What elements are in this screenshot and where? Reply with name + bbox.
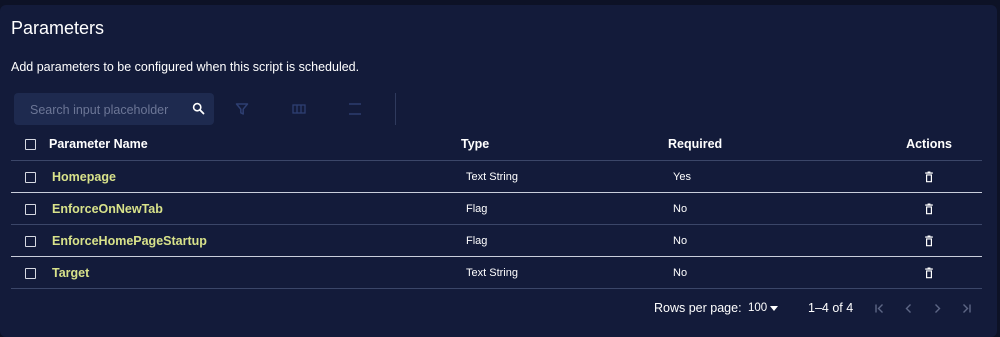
parameter-name[interactable]: EnforceHomePageStartup <box>49 225 461 257</box>
row-checkbox[interactable] <box>25 171 36 183</box>
rows-per-page-select[interactable]: 100 <box>748 302 767 314</box>
delete-icon[interactable] <box>923 267 935 279</box>
table-toolbar <box>14 93 398 127</box>
search-input[interactable] <box>28 93 182 127</box>
parameter-name[interactable]: Target <box>49 257 461 289</box>
table-row[interactable]: Homepage Text String Yes <box>11 160 982 193</box>
section-description: Add parameters to be configured when thi… <box>11 60 360 74</box>
select-all-checkbox[interactable] <box>25 139 36 151</box>
parameter-name[interactable]: EnforceOnNewTab <box>49 193 461 225</box>
row-checkbox[interactable] <box>25 267 36 279</box>
pagination-range: 1–4 of 4 <box>808 301 854 315</box>
search-box <box>14 93 214 127</box>
parameter-type: Text String <box>466 170 518 183</box>
delete-icon[interactable] <box>923 171 935 183</box>
header-type[interactable]: Type <box>461 128 668 161</box>
parameter-name[interactable]: Homepage <box>49 161 461 193</box>
delete-icon[interactable] <box>923 203 935 215</box>
table-row[interactable]: Target Text String No <box>11 256 982 289</box>
row-checkbox[interactable] <box>25 235 36 247</box>
first-page-icon[interactable] <box>873 302 886 315</box>
parameter-type: Text String <box>466 266 518 279</box>
parameter-required: No <box>673 266 688 279</box>
pagination-bar: Rows per page: 100 1–4 of 4 <box>0 296 1000 320</box>
header-parameter-name[interactable]: Parameter Name <box>49 128 461 161</box>
parameter-type: Flag <box>466 202 488 215</box>
delete-icon[interactable] <box>923 235 935 247</box>
row-checkbox[interactable] <box>25 203 36 215</box>
filter-icon[interactable] <box>234 101 250 117</box>
last-page-icon[interactable] <box>960 302 973 315</box>
section-title: Parameters <box>11 18 105 38</box>
rows-per-page-label: Rows per page: <box>654 301 742 315</box>
search-icon[interactable] <box>192 102 205 115</box>
header-required[interactable]: Required <box>668 128 876 161</box>
next-page-icon[interactable] <box>931 302 944 315</box>
caret-down-icon[interactable] <box>770 306 778 311</box>
table-row[interactable]: EnforceOnNewTab Flag No <box>11 192 982 225</box>
density-icon[interactable] <box>347 101 363 117</box>
columns-icon[interactable] <box>291 101 307 117</box>
header-actions: Actions <box>906 137 952 151</box>
previous-page-icon[interactable] <box>902 302 915 315</box>
parameter-type: Flag <box>466 234 488 247</box>
parameters-table: Parameter Name Type Required Actions Hom… <box>11 128 982 289</box>
parameter-required: No <box>673 234 688 247</box>
table-row[interactable]: EnforceHomePageStartup Flag No <box>11 224 982 257</box>
toolbar-divider <box>395 93 396 125</box>
table-header-row: Parameter Name Type Required Actions <box>11 128 982 161</box>
parameter-required: No <box>673 202 688 215</box>
parameter-required: Yes <box>673 170 691 183</box>
